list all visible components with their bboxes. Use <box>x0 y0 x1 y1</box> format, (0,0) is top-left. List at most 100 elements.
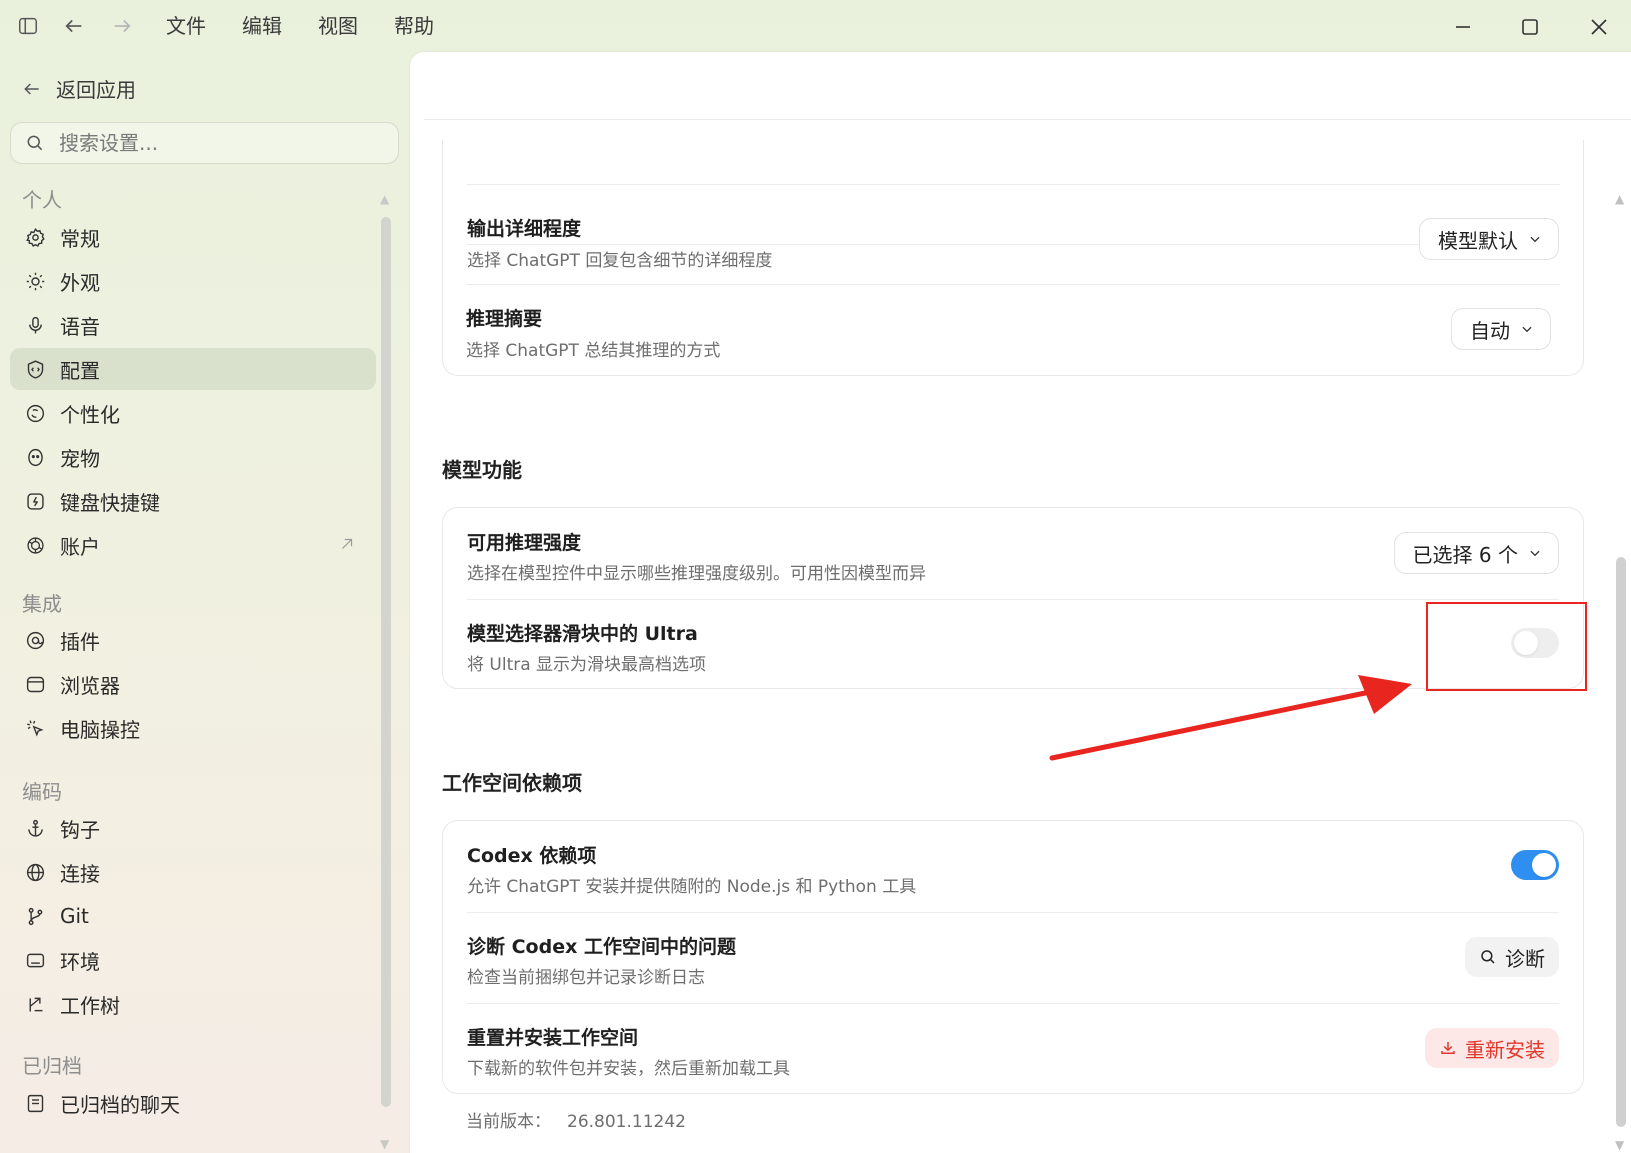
plugin-icon <box>24 629 46 651</box>
section-integrations: 集成 <box>22 592 62 616</box>
menu-file[interactable]: 文件 <box>166 12 206 40</box>
reasoning-summary-title: 推理摘要 <box>466 308 543 330</box>
git-branch-icon <box>24 905 46 927</box>
sidebar-item-label: 浏览器 <box>60 673 120 698</box>
sidebar-item-plugins[interactable]: 插件 <box>10 619 376 661</box>
reasoning-summary-value: 自动 <box>1470 318 1510 343</box>
workspace-deps-heading: 工作空间依赖项 <box>442 771 582 795</box>
output-detail-value: 模型默认 <box>1438 228 1518 253</box>
back-arrow-icon[interactable] <box>62 14 86 38</box>
title-bar: 文件 编辑 视图 帮助 <box>0 0 1631 52</box>
available-effort-row: 可用推理强度 选择在模型控件中显示哪些推理强度级别。可用性因模型而异 已选择 6… <box>443 508 1583 598</box>
maximize-button[interactable] <box>1515 12 1545 42</box>
scroll-up-arrow[interactable]: ▲ <box>380 192 389 206</box>
diagnose-row: 诊断 Codex 工作空间中的问题 检查当前捆绑包并记录诊断日志 诊断 <box>443 912 1583 1002</box>
pet-icon <box>24 446 46 468</box>
reinstall-desc: 下载新的软件包并安装，然后重新加载工具 <box>467 1059 790 1079</box>
toggle-knob <box>1532 853 1556 877</box>
scroll-down-arrow[interactable]: ▼ <box>380 1137 389 1151</box>
scroll-down-arrow[interactable]: ▼ <box>1615 1138 1624 1152</box>
close-button[interactable] <box>1584 12 1614 42</box>
codex-deps-row: Codex 依赖项 允许 ChatGPT 安装并提供随附的 Node.js 和 … <box>443 821 1583 911</box>
reasoning-summary-row: 推理摘要 选择 ChatGPT 总结其推理的方式 自动 <box>410 284 1631 376</box>
diagnose-desc: 检查当前捆绑包并记录诊断日志 <box>467 968 705 988</box>
output-detail-desc: 选择 ChatGPT 回复包含细节的详细程度 <box>467 251 773 271</box>
sidebar-item-label: 环境 <box>60 949 100 974</box>
anchor-icon <box>24 817 46 839</box>
download-icon <box>1441 1042 1455 1054</box>
version-info: 当前版本： 26.801.11242 <box>466 1107 686 1132</box>
sidebar-toggle-icon[interactable] <box>16 14 40 38</box>
reinstall-button[interactable]: 重新安装 <box>1425 1028 1559 1068</box>
sidebar-item-pet[interactable]: 宠物 <box>10 436 376 478</box>
diagnose-button-label: 诊断 <box>1505 946 1545 971</box>
search-input[interactable] <box>59 131 379 155</box>
main-header <box>424 52 1631 120</box>
diagnose-button[interactable]: 诊断 <box>1465 937 1559 977</box>
browser-icon <box>24 673 46 695</box>
chevron-down-icon <box>1522 326 1532 333</box>
menu-view[interactable]: 视图 <box>318 12 358 40</box>
sidebar-item-account[interactable]: 账户 <box>10 524 376 566</box>
reinstall-title: 重置并安装工作空间 <box>467 1027 639 1049</box>
sidebar-item-worktrees[interactable]: 工作树 <box>10 983 376 1025</box>
section-personal: 个人 <box>22 188 62 212</box>
annotation-arrow <box>1049 675 1412 761</box>
section-coding: 编码 <box>22 780 62 804</box>
output-detail-row: 输出详细程度 选择 ChatGPT 回复包含细节的详细程度 模型默认 <box>443 140 1583 288</box>
ultra-slider-desc: 将 Ultra 显示为滑块最高档选项 <box>467 655 707 675</box>
reinstall-button-label: 重新安装 <box>1465 1037 1545 1062</box>
menu-edit[interactable]: 编辑 <box>242 12 282 40</box>
chevron-down-icon <box>1530 236 1540 243</box>
sidebar-item-hooks[interactable]: 钩子 <box>10 807 376 849</box>
sidebar-item-voice[interactable]: 语音 <box>10 304 376 346</box>
sidebar-item-label: 账户 <box>60 534 100 559</box>
search-box[interactable] <box>10 122 399 164</box>
sidebar-item-computer-control[interactable]: 电脑操控 <box>10 707 376 749</box>
settings-sidebar: 返回应用 个人 ▲ 常规 外观 语音 配置 个性化 宠物 键盘快捷键 账户 集成 <box>0 52 410 1153</box>
menu-help[interactable]: 帮助 <box>394 12 434 40</box>
microphone-icon <box>24 314 46 336</box>
shield-icon <box>24 358 46 380</box>
sidebar-item-connections[interactable]: 连接 <box>10 851 376 893</box>
back-to-app-link[interactable]: 返回应用 <box>22 74 136 103</box>
minimize-button[interactable] <box>1448 12 1478 42</box>
sidebar-item-keyboard-shortcuts[interactable]: 键盘快捷键 <box>10 480 376 522</box>
sidebar-item-label: 已归档的聊天 <box>60 1092 180 1117</box>
reasoning-summary-dropdown[interactable]: 自动 <box>1451 308 1551 350</box>
terminal-icon <box>24 949 46 971</box>
search-icon <box>27 135 43 151</box>
sidebar-item-general[interactable]: 常规 <box>10 216 376 258</box>
sidebar-item-label: 外观 <box>60 270 100 295</box>
version-value: 26.801.11242 <box>567 1112 686 1132</box>
sidebar-item-browser[interactable]: 浏览器 <box>10 663 376 705</box>
sidebar-item-environment[interactable]: 环境 <box>10 939 376 981</box>
sidebar-scrollbar[interactable] <box>381 217 391 1107</box>
back-to-app-label: 返回应用 <box>56 78 136 102</box>
keyboard-shortcut-icon <box>24 490 46 512</box>
sidebar-item-git[interactable]: Git <box>10 895 376 937</box>
sidebar-item-appearance[interactable]: 外观 <box>10 260 376 302</box>
sidebar-item-label: 钩子 <box>60 817 100 842</box>
chevron-down-icon <box>1530 550 1540 557</box>
sidebar-item-label: 语音 <box>60 314 100 339</box>
output-detail-dropdown[interactable]: 模型默认 <box>1419 218 1559 260</box>
openai-icon <box>24 534 46 556</box>
model-features-heading: 模型功能 <box>442 458 522 482</box>
back-arrow-icon <box>24 82 39 95</box>
sidebar-item-label: Git <box>60 904 89 928</box>
sidebar-item-archived-chats[interactable]: 已归档的聊天 <box>10 1082 376 1124</box>
codex-deps-toggle[interactable] <box>1511 850 1559 880</box>
globe-icon <box>24 861 46 883</box>
codex-deps-desc: 允许 ChatGPT 安装并提供随附的 Node.js 和 Python 工具 <box>467 877 917 897</box>
available-effort-dropdown[interactable]: 已选择 6 个 <box>1393 532 1559 574</box>
forward-arrow-icon[interactable] <box>110 14 134 38</box>
worktree-icon <box>24 993 46 1015</box>
sidebar-item-personalization[interactable]: 个性化 <box>10 392 376 434</box>
main-scrollbar[interactable] <box>1616 557 1626 1127</box>
sidebar-item-configuration[interactable]: 配置 <box>10 348 376 390</box>
available-effort-title: 可用推理强度 <box>467 532 582 554</box>
sun-icon <box>24 270 46 292</box>
scroll-up-arrow[interactable]: ▲ <box>1615 192 1624 206</box>
codex-deps-title: Codex 依赖项 <box>467 845 597 867</box>
